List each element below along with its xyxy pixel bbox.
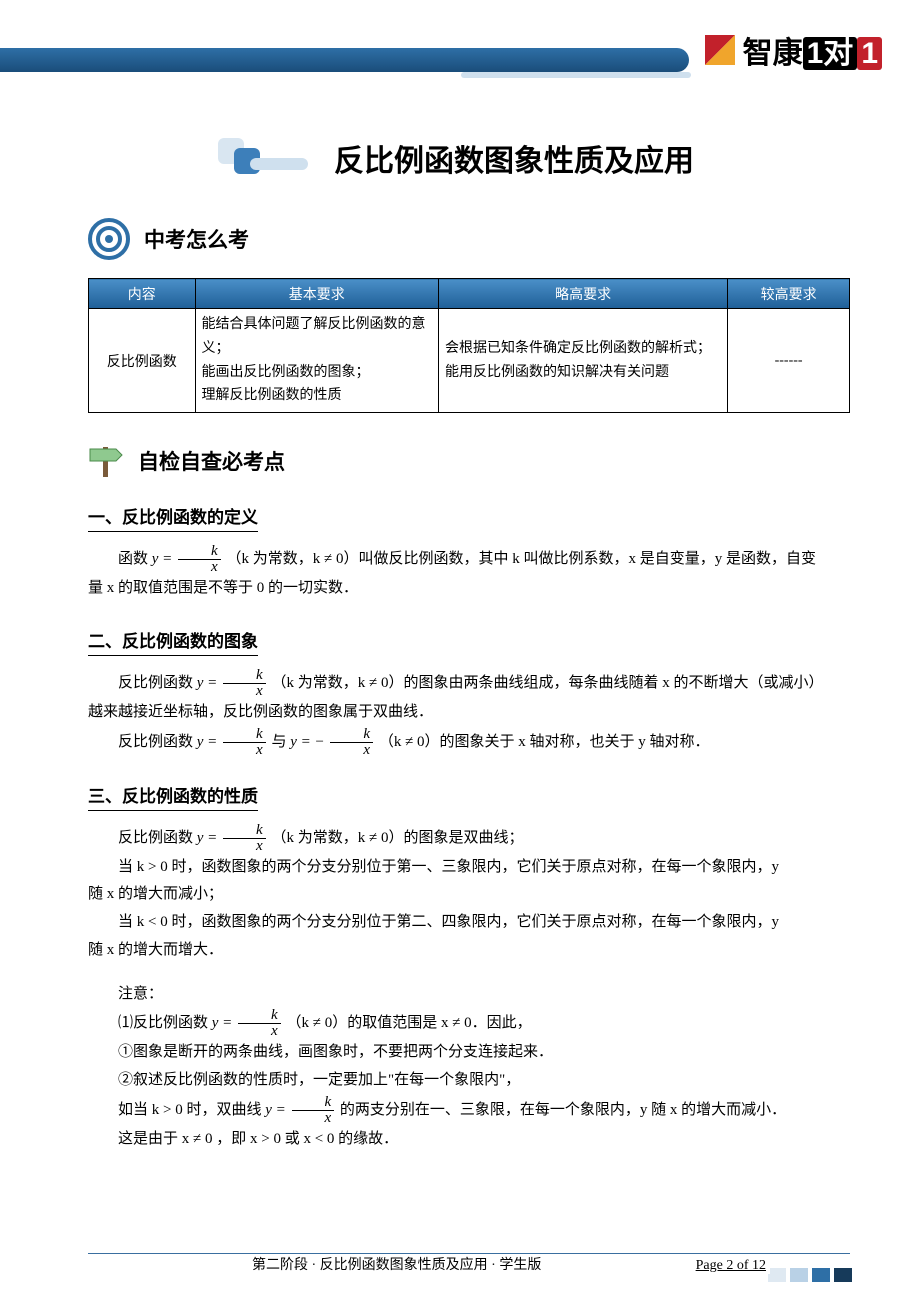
brand-badge1: 1对 <box>803 37 858 70</box>
frac-k-over-x-icon: kx <box>223 668 266 699</box>
note3: ②叙述反比例函数的性质时，一定要加上"在每一个象限内"， <box>88 1067 850 1095</box>
frac-k-over-x-icon: kx <box>223 823 266 854</box>
target-icon <box>88 218 130 260</box>
footer: 第二阶段 · 反比例函数图象性质及应用 · 学生版 Page 2 of 12 <box>88 1254 850 1274</box>
para2b: （k 为常数，k ≠ 0）的图象由两条曲线组成，每条曲线随着 x 的不断增大（或… <box>271 675 823 691</box>
cell-c4: ------ <box>728 309 850 413</box>
note1: ⑴反比例函数 y = kx （k ≠ 0）的取值范围是 x ≠ 0．因此， <box>88 1008 850 1039</box>
note1b: （k ≠ 0）的取值范围是 x ≠ 0．因此， <box>286 1015 531 1031</box>
footer-left: 第二阶段 · 反比例函数图象性质及应用 · 学生版 <box>248 1254 545 1274</box>
footer-right: Page 2 of 12 <box>692 1258 770 1274</box>
note4a: 如当 k > 0 时，双曲线 <box>118 1102 265 1118</box>
brand-badge2: 1 <box>857 37 882 70</box>
para3-1: 反比例函数 y = kx （k 为常数，k ≠ 0）的图象是双曲线； <box>88 823 850 854</box>
sub3-heading-text: 三、反比例函数的性质 <box>88 782 258 811</box>
sub1-heading: 一、反比例函数的定义 <box>88 503 850 532</box>
sub1-heading-text: 一、反比例函数的定义 <box>88 503 258 532</box>
sub3-heading: 三、反比例函数的性质 <box>88 782 850 811</box>
para1-a: 函数 <box>118 551 152 567</box>
para1: 函数 y = kx （k 为常数，k ≠ 0）叫做反比例函数，其中 k 叫做比例… <box>88 544 850 575</box>
section2-heading: 自检自查必考点 <box>138 446 285 476</box>
para2d: 反比例函数 <box>118 734 197 750</box>
th-basic: 基本要求 <box>195 279 439 309</box>
para3d2: 随 x 的增大而增大． <box>88 937 850 965</box>
cell-c3: 会根据已知条件确定反比例函数的解析式； 能用反比例函数的知识解决有关问题 <box>439 309 728 413</box>
header-swoosh <box>0 48 689 72</box>
para2-1: 反比例函数 y = kx （k 为常数，k ≠ 0）的图象由两条曲线组成，每条曲… <box>88 668 850 699</box>
brand-name: 智康 <box>743 37 803 70</box>
th-content: 内容 <box>89 279 196 309</box>
sub2-heading: 二、反比例函数的图象 <box>88 627 850 656</box>
note4: 如当 k > 0 时，双曲线 y = kx 的两支分别在一、三象限，在每一个象限… <box>88 1095 850 1126</box>
note4b: 的两支分别在一、三象限，在每一个象限内，y 随 x 的增大而减小． <box>340 1102 786 1118</box>
signpost-icon <box>88 443 124 479</box>
frac-k-over-x-icon: kx <box>223 727 266 758</box>
frac-neg-k-over-x-icon: kx <box>330 727 373 758</box>
frac-k-over-x-icon: kx <box>238 1008 281 1039</box>
para2-2: 反比例函数 y = kx 与 y = − kx （k ≠ 0）的图象关于 x 轴… <box>88 727 850 758</box>
para3b: （k 为常数，k ≠ 0）的图象是双曲线； <box>271 830 523 846</box>
header-bar: 智康1对1 <box>0 42 920 72</box>
section2-header: 自检自查必考点 <box>88 443 850 479</box>
note5: 这是由于 x ≠ 0 ，即 x > 0 或 x < 0 的缘故． <box>88 1126 850 1154</box>
frac-k-over-x-icon: kx <box>292 1095 335 1126</box>
page-content: 反比例函数图象性质及应用 中考怎么考 内容 基本要求 略高要求 较高要求 反比例… <box>88 120 850 1242</box>
brand-logo: 智康1对1 <box>703 28 882 72</box>
para3d: 当 k < 0 时，函数图象的两个分支分别位于第二、四象限内，它们关于原点对称，… <box>88 909 850 937</box>
section1-header: 中考怎么考 <box>88 218 850 260</box>
para2c: 越来越接近坐标轴，反比例函数的图象属于双曲线． <box>88 699 850 727</box>
para1-b: （k 为常数，k ≠ 0）叫做反比例函数，其中 k 叫做比例系数，x 是自变量，… <box>226 551 816 567</box>
note-head: 注意： <box>88 981 850 1009</box>
para2e: 与 <box>271 734 290 750</box>
cell-c1: 反比例函数 <box>89 309 196 413</box>
note2: ①图象是断开的两条曲线，画图象时，不要把两个分支连接起来． <box>88 1039 850 1067</box>
para3c: 当 k > 0 时，函数图象的两个分支分别位于第一、三象限内，它们关于原点对称，… <box>88 854 850 882</box>
cell-c2: 能结合具体问题了解反比例函数的意义； 能画出反比例函数的图象； 理解反比例函数的… <box>195 309 439 413</box>
para1c: 量 x 的取值范围是不等于 0 的一切实数． <box>88 575 850 603</box>
brand-text: 智康1对1 <box>743 28 882 72</box>
requirements-table: 内容 基本要求 略高要求 较高要求 反比例函数 能结合具体问题了解反比例函数的意… <box>88 278 850 413</box>
th-mid: 略高要求 <box>439 279 728 309</box>
para2f: （k ≠ 0）的图象关于 x 轴对称，也关于 y 轴对称． <box>379 734 710 750</box>
page-title: 反比例函数图象性质及应用 <box>334 136 694 180</box>
brand-icon <box>703 33 737 67</box>
footer-blocks-icon <box>768 1268 852 1282</box>
para3a: 反比例函数 <box>118 830 197 846</box>
sub2-heading-text: 二、反比例函数的图象 <box>88 627 258 656</box>
para2a: 反比例函数 <box>118 675 197 691</box>
th-high: 较高要求 <box>728 279 850 309</box>
para3c2: 随 x 的增大而减小； <box>88 881 850 909</box>
frac-k-over-x-icon: kx <box>178 544 221 575</box>
note1a: ⑴反比例函数 <box>118 1015 212 1031</box>
title-decor-icon <box>218 134 308 182</box>
section1-heading: 中考怎么考 <box>144 224 249 254</box>
table-row: 反比例函数 能结合具体问题了解反比例函数的意义； 能画出反比例函数的图象； 理解… <box>89 309 850 413</box>
title-block: 反比例函数图象性质及应用 <box>218 134 850 182</box>
